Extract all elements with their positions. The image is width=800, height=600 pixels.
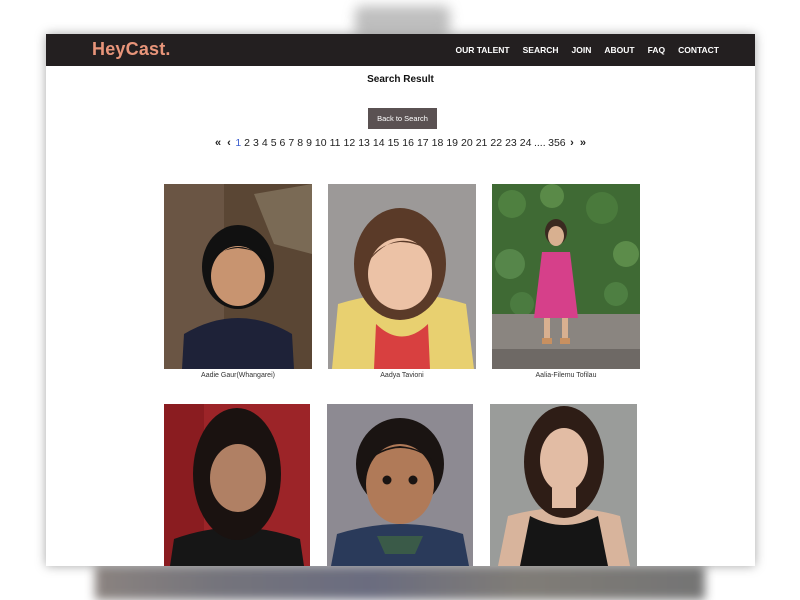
talent-card[interactable]: Aalia-Filemu Tofilau [492,184,640,384]
page-link[interactable]: 22 [490,137,502,149]
talent-card[interactable]: Aadya Tavioni [328,184,476,384]
page-link[interactable]: 14 [373,137,385,149]
page-title: Search Result [367,74,434,85]
page-link[interactable]: 15 [388,137,400,149]
prev-page-icon[interactable]: ‹ [227,137,231,149]
page-link[interactable]: 10 [315,137,327,149]
nav-item-join[interactable]: JOIN [572,45,592,55]
talent-photo[interactable] [328,184,476,369]
back-to-search-button[interactable]: Back to Search [368,108,437,129]
page-link[interactable]: 18 [432,137,444,149]
page-link[interactable]: 19 [446,137,458,149]
nav-item-our-talent[interactable]: OUR TALENT [455,45,509,55]
talent-photo[interactable] [490,404,637,566]
page-link[interactable]: 5 [271,137,277,149]
nav-item-about[interactable]: ABOUT [604,45,634,55]
browser-page: HeyCast. OUR TALENT SEARCH JOIN ABOUT FA… [46,34,755,566]
talent-name[interactable]: Aadie Gaur(Whangarei) [164,372,312,379]
talent-photo[interactable] [327,404,473,566]
page-link[interactable]: 9 [306,137,312,149]
page-link[interactable]: 12 [344,137,356,149]
page-link[interactable]: 4 [262,137,268,149]
talent-card[interactable] [327,404,473,566]
page-link[interactable]: 17 [417,137,429,149]
nav-links: OUR TALENT SEARCH JOIN ABOUT FAQ CONTACT [455,34,719,66]
page-link-last-number[interactable]: 356 [548,137,566,149]
talent-card[interactable] [164,404,310,566]
page-link[interactable]: 2 [244,137,250,149]
talent-photo[interactable] [164,404,310,566]
page-link[interactable]: 20 [461,137,473,149]
page-link[interactable]: 1 [235,137,241,149]
talent-photo[interactable] [492,184,640,369]
nav-item-search[interactable]: SEARCH [523,45,559,55]
background-blur-top [355,6,450,36]
pagination: « ‹ 1 2 3 4 5 6 7 8 9 10 11 12 13 14 15 16 17 18 19 20 21 22 2… [46,137,755,149]
next-page-icon[interactable]: › [570,137,574,149]
nav-item-faq[interactable]: FAQ [648,45,665,55]
background-blur-bottom [95,566,705,600]
page-link[interactable]: 11 [330,137,341,149]
nav-item-contact[interactable]: CONTACT [678,45,719,55]
talent-name[interactable]: Aadya Tavioni [328,372,476,379]
page-link[interactable]: 3 [253,137,259,149]
page-link[interactable]: 16 [402,137,414,149]
page-link[interactable]: 6 [280,137,286,149]
talent-card[interactable] [490,404,637,566]
page-link[interactable]: 8 [297,137,303,149]
talent-card[interactable]: Aadie Gaur(Whangarei) [164,184,312,384]
navbar: HeyCast. OUR TALENT SEARCH JOIN ABOUT FA… [46,34,755,66]
page-link[interactable]: 23 [505,137,517,149]
last-page-icon[interactable]: » [580,137,586,149]
page-link[interactable]: 21 [476,137,488,149]
page-link[interactable]: 24 [520,137,532,149]
page-link[interactable]: 13 [358,137,370,149]
talent-name[interactable]: Aalia-Filemu Tofilau [492,372,640,379]
page-numbers: 1 2 3 4 5 6 7 8 9 10 11 12 13 14 15 16 17 18 19 20 21 22 23 24 [234,137,533,149]
logo[interactable]: HeyCast. [92,39,171,60]
first-page-icon[interactable]: « [215,137,221,149]
page-link[interactable]: 7 [288,137,294,149]
talent-photo[interactable] [164,184,312,369]
pagination-ellipsis: .... [533,137,546,149]
